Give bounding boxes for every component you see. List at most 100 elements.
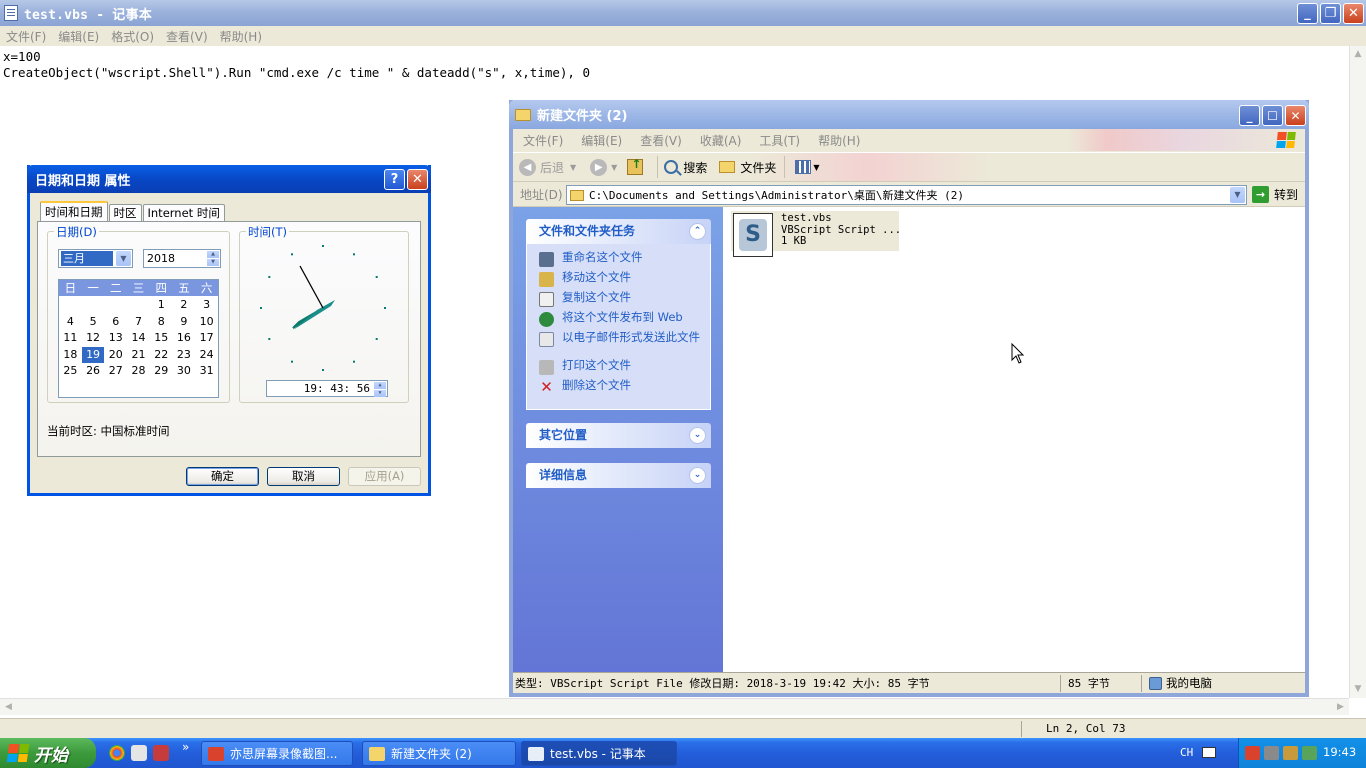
explorer-titlebar[interactable]: 新建文件夹 (2) _ ☐ ✕ [509, 100, 1309, 129]
scroll-left-icon[interactable]: ◀ [0, 699, 17, 716]
spin-up-icon[interactable]: ▲ [207, 251, 219, 258]
search-button[interactable]: 搜索 [664, 159, 707, 176]
cancel-button[interactable]: 取消 [267, 467, 340, 486]
menu-tools[interactable]: 工具(T) [759, 132, 800, 149]
scroll-down-icon[interactable]: ▼ [1350, 681, 1366, 698]
tab-date-time[interactable]: 时间和日期 [40, 201, 108, 222]
tab-internet-time[interactable]: Internet 时间 [142, 204, 225, 222]
recorder-tray-icon[interactable] [1245, 746, 1260, 760]
chevron-down-icon[interactable]: ▼ [1230, 187, 1245, 203]
task-rename[interactable]: 重命名这个文件 [539, 251, 702, 267]
menu-help[interactable]: 帮助(H) [220, 28, 262, 45]
go-button[interactable]: → 转到 [1252, 186, 1298, 203]
calendar-day[interactable]: 20 [104, 347, 127, 364]
address-input[interactable]: C:\Documents and Settings\Administrator\… [566, 185, 1247, 205]
calendar-day[interactable]: 25 [59, 363, 82, 380]
restore-button[interactable]: ❐ [1320, 3, 1341, 24]
apply-button[interactable]: 应用(A) [348, 467, 421, 486]
msdn-icon[interactable] [153, 745, 169, 761]
tray-clock[interactable]: 19:43 [1323, 745, 1356, 759]
scroll-up-icon[interactable]: ▲ [1350, 46, 1366, 63]
views-button[interactable]: ▼ [795, 160, 820, 174]
calendar-day[interactable]: 27 [104, 363, 127, 380]
file-tasks-header[interactable]: 文件和文件夹任务 ⌃ [526, 219, 711, 244]
taskbar-button-explorer[interactable]: 新建文件夹 (2) [362, 741, 516, 766]
calendar-day[interactable]: 21 [127, 347, 150, 364]
spin-up-icon[interactable]: ▲ [374, 382, 386, 389]
task-print[interactable]: 打印这个文件 [539, 359, 702, 375]
forward-button[interactable]: ▶ ▼ [590, 158, 617, 176]
menu-help[interactable]: 帮助(H) [818, 132, 860, 149]
calendar-day[interactable]: 22 [150, 347, 173, 364]
spin-down-icon[interactable]: ▼ [374, 390, 386, 397]
scroll-right-icon[interactable]: ▶ [1332, 699, 1349, 716]
taskbar-button-notepad[interactable]: test.vbs - 记事本 [521, 741, 677, 766]
quicklaunch-more-icon[interactable]: » [182, 740, 189, 754]
taskbar-button-recorder[interactable]: 亦思屏幕录像截图... [201, 741, 353, 766]
calendar-day[interactable]: 26 [82, 363, 105, 380]
expand-icon[interactable]: ⌄ [689, 427, 706, 444]
menu-edit[interactable]: 编辑(E) [58, 28, 99, 45]
close-button[interactable]: ✕ [1343, 3, 1364, 24]
calendar-day[interactable]: 3 [195, 297, 218, 314]
dialog-close-button[interactable]: ✕ [407, 169, 428, 190]
calendar-day[interactable]: 24 [195, 347, 218, 364]
calendar-day[interactable]: 31 [195, 363, 218, 380]
language-indicator[interactable]: CH [1180, 746, 1193, 759]
vertical-scrollbar[interactable]: ▲ ▼ [1349, 46, 1366, 698]
calendar-day[interactable]: 11 [59, 330, 82, 347]
minimize-button[interactable]: _ [1239, 105, 1260, 126]
start-button[interactable]: 开始 [0, 738, 96, 768]
calendar-day[interactable]: 23 [173, 347, 196, 364]
notepad-editor[interactable]: x=100 CreateObject("wscript.Shell").Run "… [3, 49, 590, 81]
calendar-day[interactable]: 8 [150, 314, 173, 331]
vm-tray-icon[interactable] [1264, 746, 1279, 760]
year-spinner[interactable]: 2018 ▲ ▼ [143, 249, 221, 268]
task-email[interactable]: 以电子邮件形式发送此文件 [539, 331, 702, 347]
calendar-day[interactable]: 14 [127, 330, 150, 347]
calendar-day[interactable]: 1 [150, 297, 173, 314]
menu-file[interactable]: 文件(F) [523, 132, 563, 149]
keyboard-icon[interactable] [1202, 747, 1216, 758]
maximize-button[interactable]: ☐ [1262, 105, 1283, 126]
menu-favorites[interactable]: 收藏(A) [700, 132, 742, 149]
minimize-button[interactable]: _ [1297, 3, 1318, 24]
calendar-day[interactable]: 4 [59, 314, 82, 331]
chevron-down-icon[interactable]: ▼ [116, 251, 131, 266]
close-button[interactable]: ✕ [1285, 105, 1306, 126]
chrome-icon[interactable] [109, 745, 125, 761]
up-button[interactable] [627, 157, 649, 175]
file-item-test-vbs[interactable]: S test.vbs VBScript Script ... 1 KB [731, 211, 901, 257]
tab-timezone[interactable]: 时区 [108, 204, 142, 222]
menu-view[interactable]: 查看(V) [166, 28, 208, 45]
back-button[interactable]: ◀ 后退 ▼ [519, 158, 576, 176]
calendar-day[interactable]: 17 [195, 330, 218, 347]
calendar-day[interactable]: 29 [150, 363, 173, 380]
quicklaunch-icon[interactable] [131, 745, 147, 761]
calendar-day[interactable]: 5 [82, 314, 105, 331]
calendar-day[interactable]: 28 [127, 363, 150, 380]
task-publish-web[interactable]: 将这个文件发布到 Web [539, 311, 702, 327]
month-select[interactable]: 三月 ▼ [58, 249, 133, 268]
datetime-dialog-titlebar[interactable]: 日期和日期 属性 ? ✕ [27, 165, 431, 193]
menu-edit[interactable]: 编辑(E) [581, 132, 622, 149]
time-spinner[interactable]: 19: 43: 56 ▲ ▼ [266, 380, 388, 397]
calendar-day[interactable]: 12 [82, 330, 105, 347]
menu-file[interactable]: 文件(F) [6, 28, 46, 45]
collapse-icon[interactable]: ⌃ [689, 223, 706, 240]
details-header[interactable]: 详细信息 ⌄ [526, 463, 711, 488]
calendar-day[interactable]: 6 [104, 314, 127, 331]
calendar-day[interactable]: 15 [150, 330, 173, 347]
calendar-day[interactable]: 7 [127, 314, 150, 331]
calendar-day[interactable]: 10 [195, 314, 218, 331]
safely-remove-icon[interactable] [1302, 746, 1317, 760]
calendar-day[interactable]: 18 [59, 347, 82, 364]
expand-icon[interactable]: ⌄ [689, 467, 706, 484]
menu-format[interactable]: 格式(O) [111, 28, 154, 45]
spin-down-icon[interactable]: ▼ [207, 259, 219, 266]
calendar-day[interactable]: 19 [81, 346, 105, 363]
menu-view[interactable]: 查看(V) [640, 132, 682, 149]
task-delete[interactable]: ✕ 删除这个文件 [539, 379, 702, 395]
task-move[interactable]: 移动这个文件 [539, 271, 702, 287]
calendar-day[interactable]: 9 [173, 314, 196, 331]
